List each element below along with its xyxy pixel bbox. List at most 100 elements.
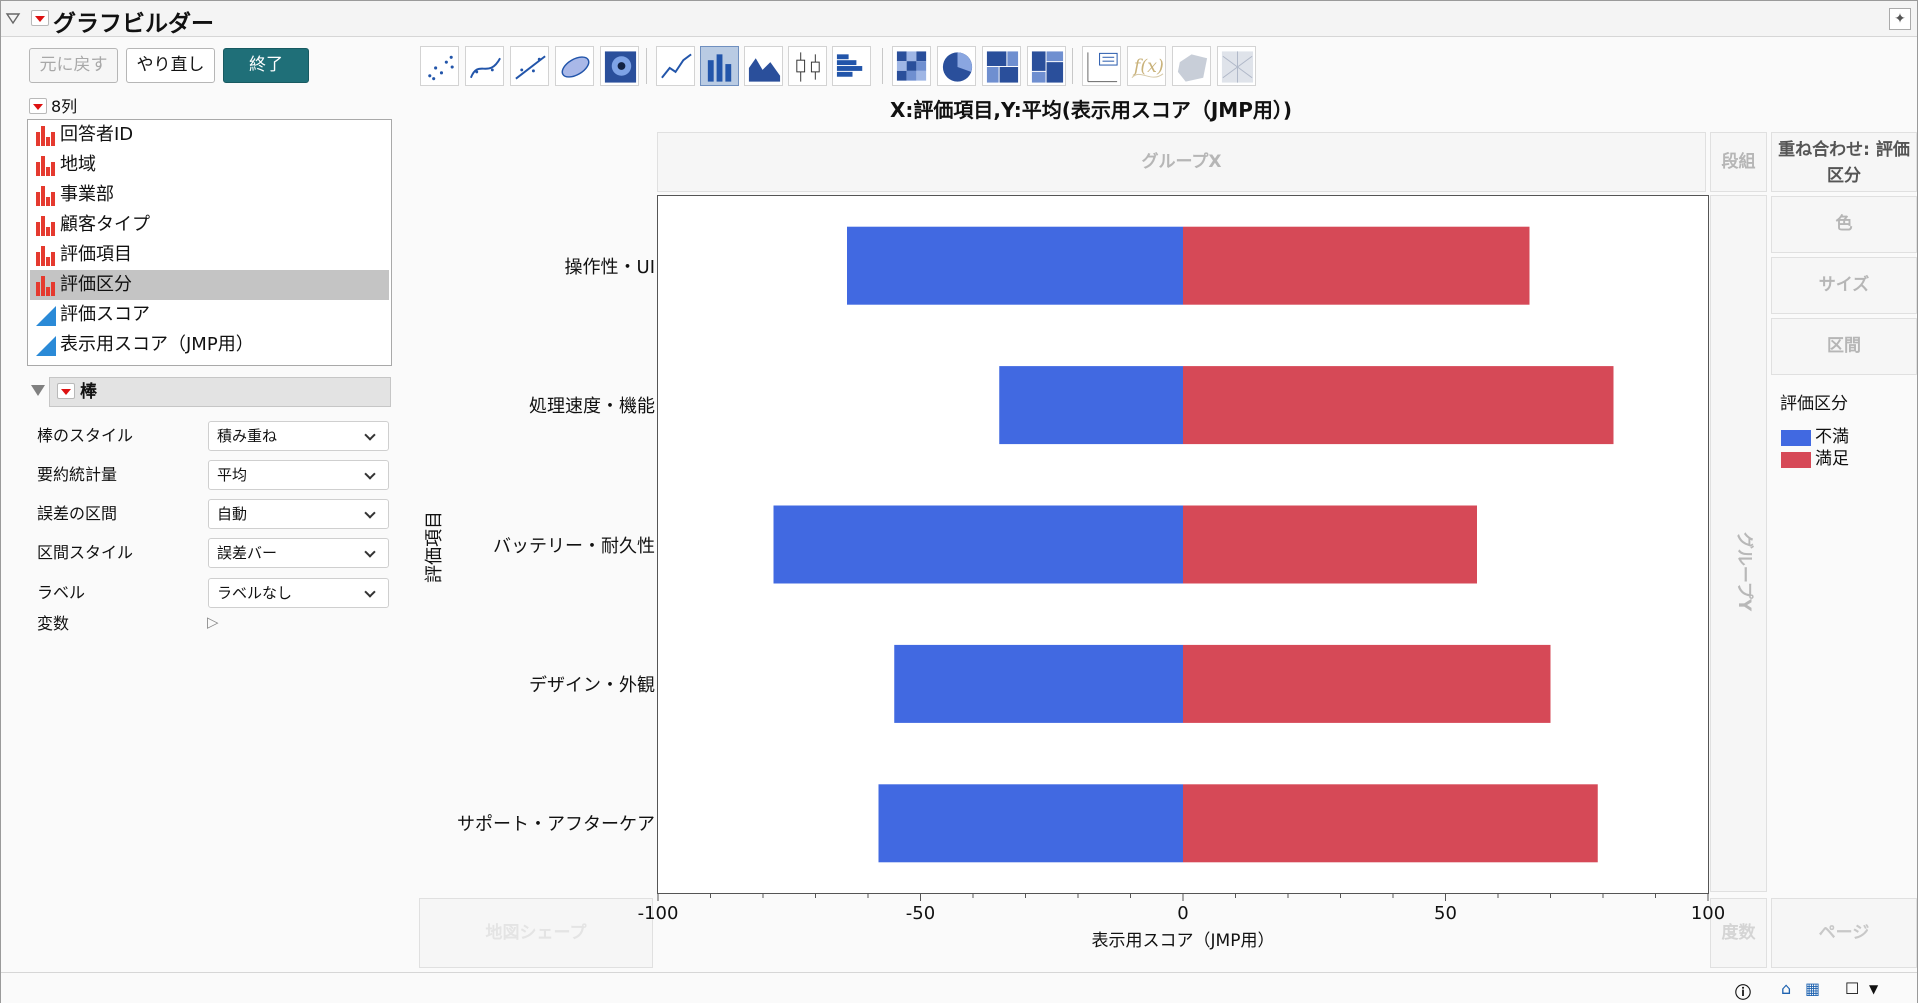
treemap-icon[interactable] [982, 46, 1021, 86]
map-shape-label: 地図シェープ [485, 923, 587, 943]
ellipse-icon[interactable] [555, 46, 594, 86]
interval-label: 区間 [1827, 336, 1861, 356]
x-tick-label: 50 [1434, 903, 1457, 924]
overlay-zone[interactable]: 重ね合わせ: 評価 区分 [1771, 132, 1917, 192]
bar-satisfied[interactable] [1183, 505, 1477, 584]
column-item[interactable]: 回答者ID [30, 120, 389, 150]
y-axis-labels: 操作性・UI 処理速度・機能 バッテリー・耐久性 デザイン・外観 サポート・アフターケア [411, 195, 655, 894]
toolbar-separator [882, 48, 883, 84]
wrap-label: 段組 [1721, 152, 1756, 172]
histogram-icon[interactable] [832, 46, 871, 86]
legend-item-label: 不満 [1815, 427, 1849, 447]
checkbox-icon[interactable]: ☐ [1845, 979, 1859, 998]
x-tick-label: 100 [1691, 903, 1725, 924]
undo-button[interactable]: 元に戻す [29, 48, 118, 83]
map-shape-icon[interactable] [1172, 46, 1211, 86]
overlay-label-1: 重ね合わせ: 評価 [1778, 140, 1910, 160]
legend-item[interactable]: 不満 [1780, 426, 1849, 448]
bar-dissatisfied[interactable] [894, 644, 1183, 723]
dropdown-arrow-icon[interactable]: ▼ [1869, 982, 1878, 996]
x-tick-label: -100 [638, 903, 679, 924]
column-item[interactable]: 評価スコア [30, 300, 389, 330]
collapse-triangle-icon[interactable] [31, 385, 45, 396]
area-chart-icon[interactable] [744, 46, 783, 86]
line-chart-icon[interactable] [656, 46, 695, 86]
property-select[interactable]: 自動 [208, 499, 389, 529]
plot-area[interactable] [657, 195, 1709, 894]
property-select[interactable]: ラベルなし [208, 578, 389, 608]
property-select[interactable]: 誤差バー [208, 538, 389, 568]
bar-chart-icon[interactable] [700, 46, 739, 86]
bar-chart-svg [773, 226, 1614, 863]
column-item[interactable]: 評価項目 [30, 240, 389, 270]
color-zone[interactable]: 色 [1771, 196, 1917, 253]
done-button[interactable]: 終了 [223, 48, 309, 83]
formula-icon[interactable]: f(x) [1127, 46, 1166, 86]
line-of-fit-icon[interactable] [510, 46, 549, 86]
column-item[interactable]: 顧客タイプ [30, 210, 389, 240]
column-item[interactable]: 事業部 [30, 180, 389, 210]
bar-satisfied[interactable] [1183, 226, 1530, 305]
column-item-label: 顧客タイプ [60, 214, 150, 235]
column-item[interactable]: 地域 [30, 150, 389, 180]
column-item[interactable]: 表示用スコア（JMP用） [30, 330, 389, 360]
group-y-text: グループY [1719, 531, 1759, 611]
property-label: 誤差の区間 [37, 504, 118, 523]
smoother-icon[interactable] [465, 46, 504, 86]
bar-dissatisfied[interactable] [999, 366, 1183, 445]
legend-title: 評価区分 [1780, 394, 1848, 414]
toolbar-separator [646, 48, 647, 84]
wrap-zone[interactable]: 段組 [1710, 132, 1767, 192]
app-title: グラフビルダー [53, 11, 214, 37]
legend-item[interactable]: 満足 [1780, 448, 1849, 470]
disclosure-triangle-icon[interactable] [5, 10, 21, 26]
mosaic-icon[interactable] [1027, 46, 1066, 86]
bar-section-header[interactable]: 棒 [27, 377, 391, 407]
column-item-label: 事業部 [60, 184, 114, 205]
property-label: 棒のスタイル [37, 426, 134, 445]
toolbar-separator [1072, 48, 1073, 84]
caption-box-icon[interactable] [1082, 46, 1121, 86]
table-icon[interactable]: ▦ [1805, 979, 1820, 998]
property-select[interactable]: 平均 [208, 460, 389, 490]
columns-count: 8列 [51, 97, 78, 116]
nominal-column-icon [36, 186, 56, 206]
info-icon[interactable]: ⓘ [1735, 979, 1751, 1003]
variables-expand-icon[interactable]: ▷ [207, 613, 219, 631]
bar-section-menu-icon[interactable] [57, 383, 75, 399]
property-select[interactable]: 積み重ね [208, 421, 389, 451]
overlay-label-2: 区分 [1827, 166, 1861, 186]
legend-item-label: 満足 [1815, 449, 1849, 469]
map-shape-zone[interactable]: 地図シェープ [419, 898, 653, 968]
red-triangle-menu-icon[interactable] [31, 10, 49, 26]
page-zone[interactable]: ページ [1771, 898, 1917, 968]
pin-icon[interactable]: ✦ [1889, 8, 1911, 30]
bar-dissatisfied[interactable] [847, 226, 1183, 305]
bar-satisfied[interactable] [1183, 366, 1614, 445]
size-zone[interactable]: サイズ [1771, 257, 1917, 314]
contour-icon[interactable] [600, 46, 639, 86]
title-bar: グラフビルダー ✦ [1, 1, 1917, 37]
size-label: サイズ [1818, 275, 1870, 295]
column-item[interactable]: 評価区分 [30, 270, 389, 300]
box-plot-icon[interactable] [788, 46, 827, 86]
interval-zone[interactable]: 区間 [1771, 318, 1917, 375]
points-icon[interactable] [420, 46, 459, 86]
bar-dissatisfied[interactable] [878, 784, 1184, 863]
svg-text:f(x): f(x) [1132, 57, 1164, 77]
pie-chart-icon[interactable] [937, 46, 976, 86]
heatmap-icon[interactable] [892, 46, 931, 86]
columns-menu-icon[interactable] [29, 97, 47, 114]
parallel-plot-icon[interactable] [1217, 46, 1256, 86]
property-label: 区間スタイル [37, 543, 134, 562]
bar-dissatisfied[interactable] [773, 505, 1184, 584]
column-item-label: 回答者ID [60, 124, 134, 145]
property-label: ラベル [37, 583, 86, 602]
legend: 評価区分 不満 満足 [1780, 389, 1849, 470]
bar-satisfied[interactable] [1183, 784, 1598, 863]
home-icon[interactable]: ⌂ [1781, 979, 1791, 998]
column-item-label: 表示用スコア（JMP用） [60, 334, 254, 355]
redo-button[interactable]: やり直し [126, 48, 215, 83]
group-x-zone[interactable]: グループX [657, 132, 1706, 192]
bar-satisfied[interactable] [1183, 644, 1551, 723]
